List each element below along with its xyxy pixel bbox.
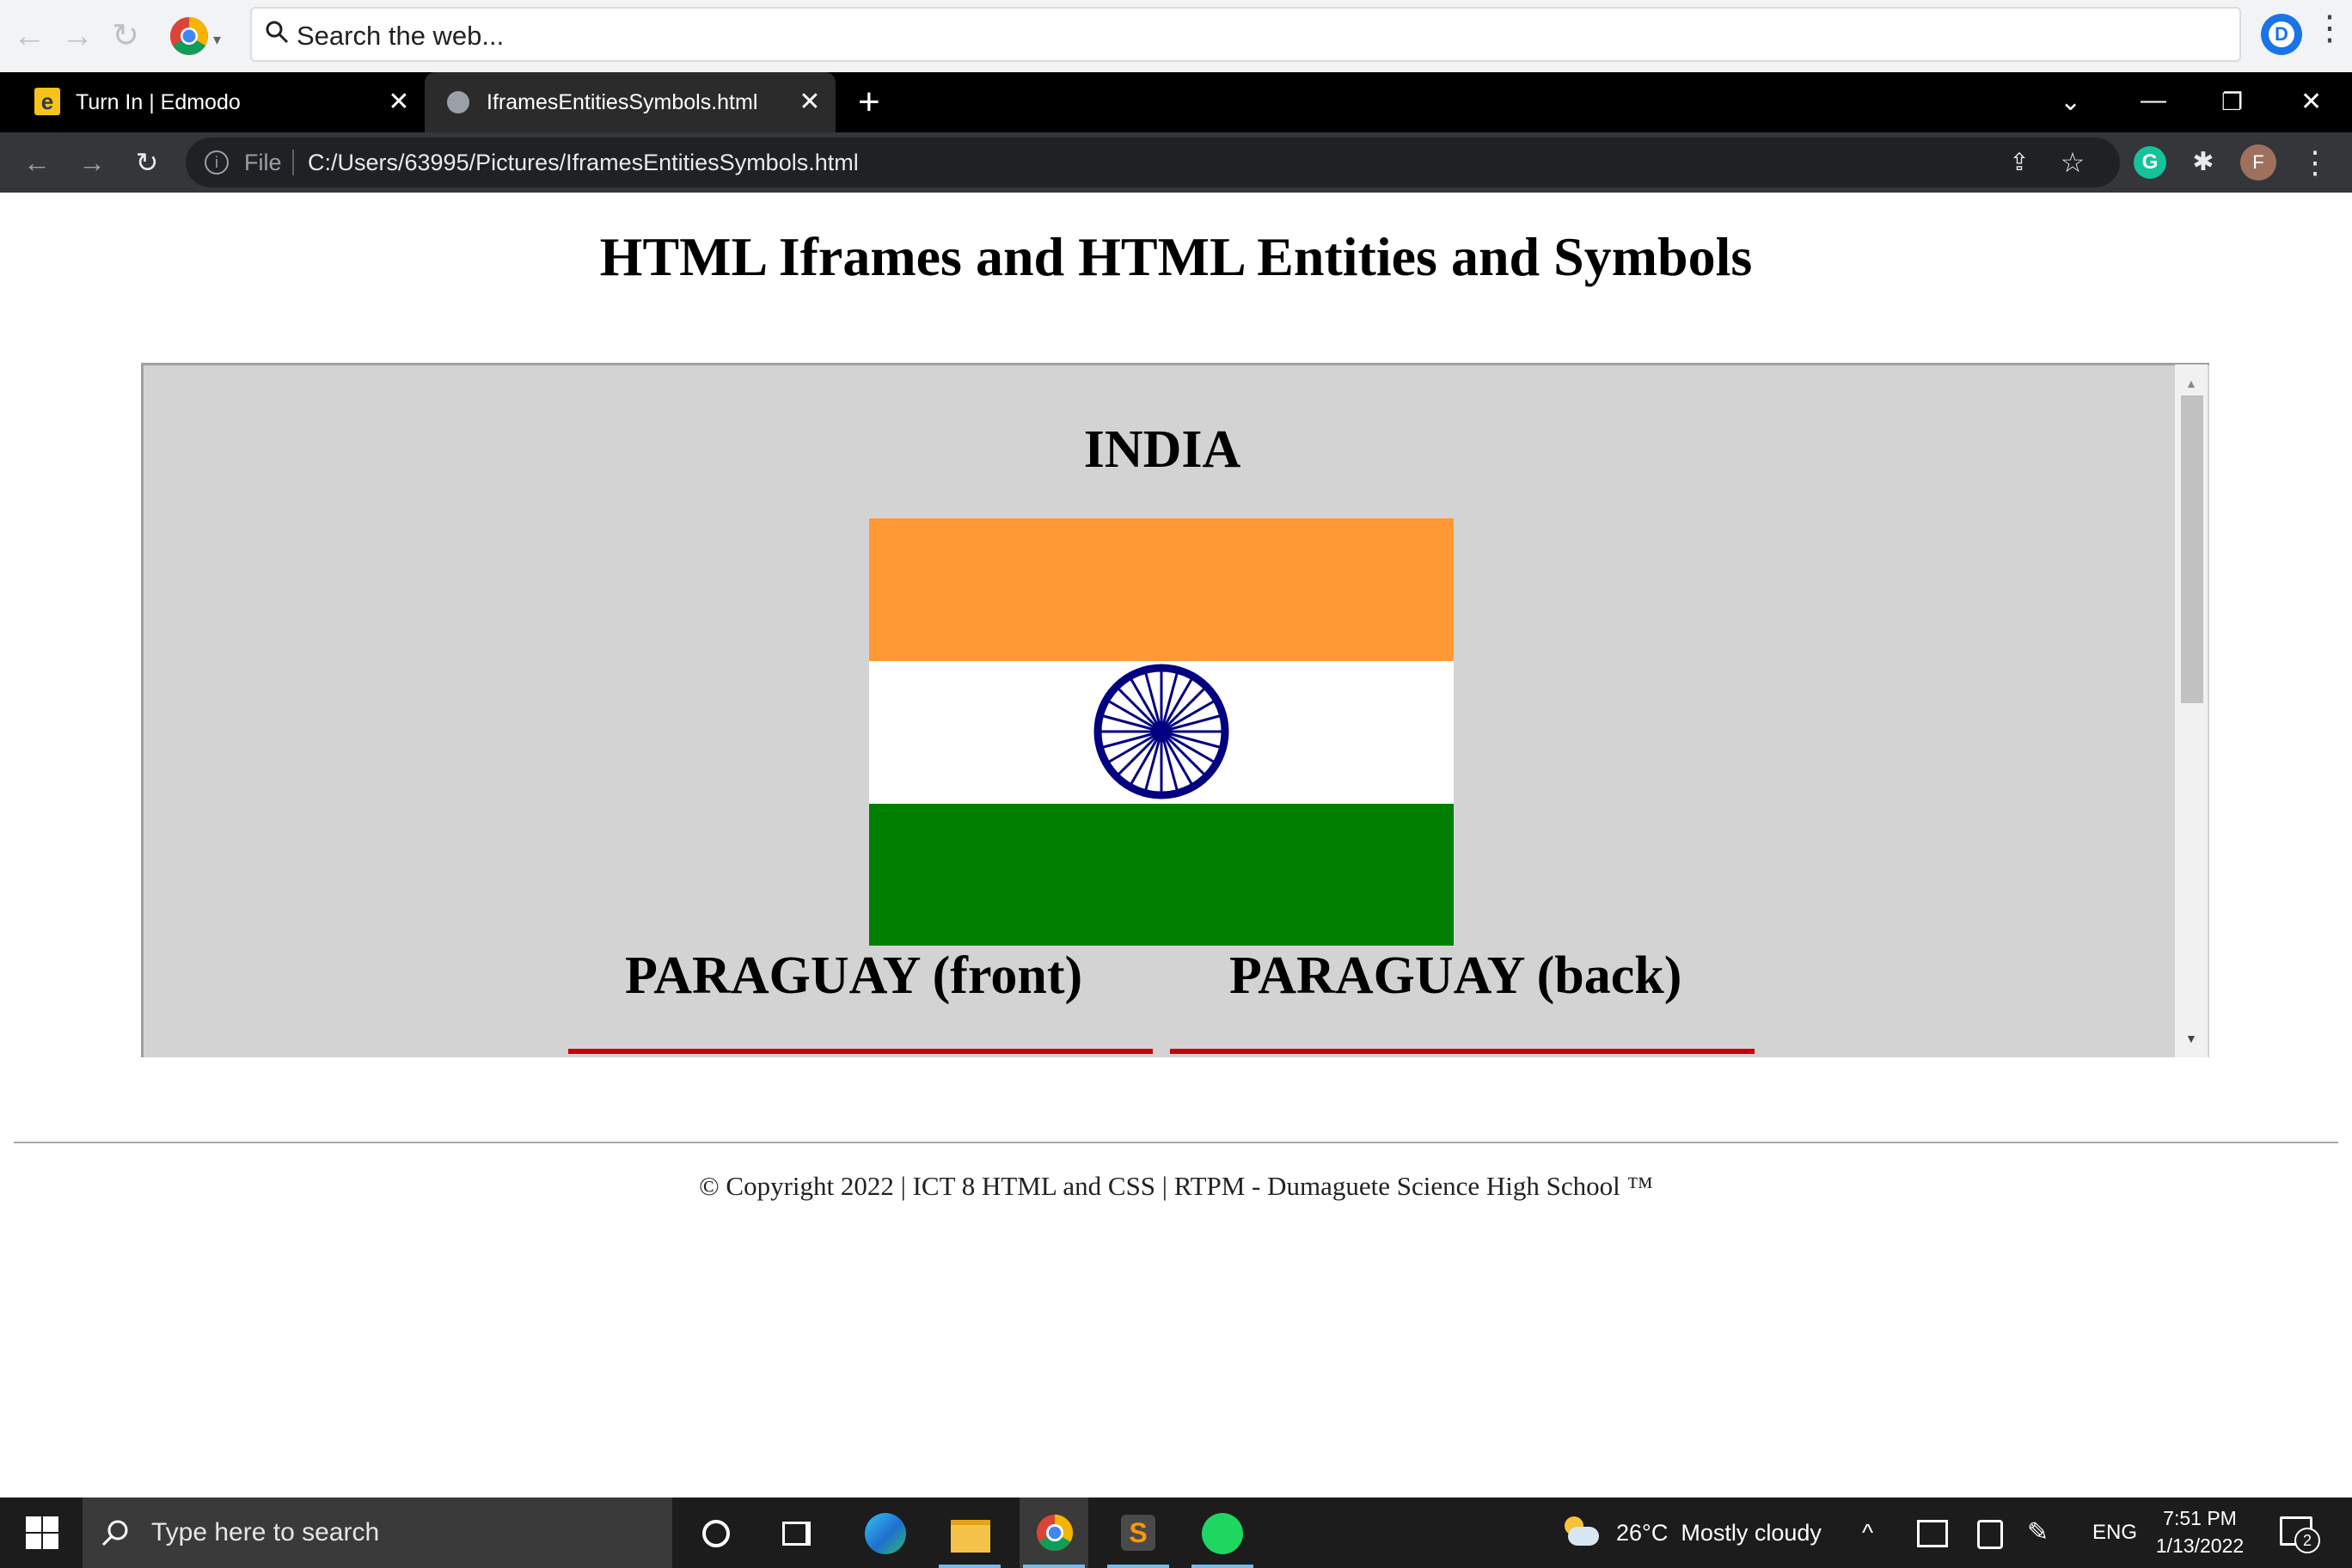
scrollbar-thumb[interactable] xyxy=(2181,395,2203,703)
edmodo-icon: e xyxy=(34,88,60,115)
back-icon[interactable]: ← xyxy=(9,15,50,57)
cortana-icon[interactable] xyxy=(681,1498,750,1568)
forward-icon[interactable]: → xyxy=(57,15,98,57)
weather-cloudy-icon xyxy=(1561,1515,1599,1546)
chrome-logo-icon[interactable] xyxy=(168,15,210,57)
search-icon xyxy=(266,21,289,44)
taskbar-search-placeholder: Type here to search xyxy=(151,1518,380,1547)
network-icon[interactable] xyxy=(1977,1520,2003,1549)
clock-date: 1/13/2022 xyxy=(2155,1534,2245,1557)
meet-now-icon[interactable] xyxy=(1917,1520,1948,1547)
grammarly-icon[interactable]: G xyxy=(2134,146,2166,179)
footer-copyright: © Copyright 2022 | ICT 8 HTML and CSS | … xyxy=(699,1171,1653,1201)
new-tab-button[interactable]: + xyxy=(858,72,880,132)
tab-title: Turn In | Edmodo xyxy=(76,90,241,114)
paraguay-back-heading: PARAGUAY (back) xyxy=(1229,946,1682,1005)
tab-iframes[interactable]: IframesEntitiesSymbols.html ✕ xyxy=(425,72,836,132)
paraguay-front-heading: PARAGUAY (front) xyxy=(625,946,1083,1005)
search-input[interactable]: Search the web... xyxy=(250,7,2241,62)
bookmark-star-icon[interactable]: ☆ xyxy=(2051,138,2094,187)
language-indicator[interactable]: ENG xyxy=(2092,1498,2137,1568)
divider xyxy=(292,150,294,175)
notification-badge: 2 xyxy=(2294,1528,2320,1553)
info-icon[interactable]: i xyxy=(205,150,229,175)
globe-icon xyxy=(447,91,469,113)
scroll-up-icon[interactable]: ▲ xyxy=(2185,377,2197,390)
close-tab-icon[interactable]: ✕ xyxy=(793,72,827,132)
extension-d-icon[interactable]: D xyxy=(2261,14,2302,55)
window-close-icon[interactable]: ✕ xyxy=(2300,72,2322,132)
close-tab-icon[interactable]: ✕ xyxy=(382,72,416,132)
show-hidden-icons-chevron-icon[interactable]: ^ xyxy=(1862,1498,1873,1568)
top-search-toolbar: ← → ↻ ▾ Search the web... D ⋮ xyxy=(0,0,2352,73)
url-text[interactable]: C:/Users/63995/Pictures/IframesEntitiesS… xyxy=(308,138,859,187)
horizontal-rule xyxy=(14,1142,2338,1143)
ashoka-chakra-icon xyxy=(1093,664,1229,799)
sublime-text-icon[interactable]: S xyxy=(1104,1498,1173,1568)
edge-browser-icon[interactable] xyxy=(851,1498,920,1568)
search-icon xyxy=(101,1520,128,1547)
chrome-taskbar-icon[interactable] xyxy=(1020,1498,1088,1568)
paraguay-back-flag-top xyxy=(1170,1049,1755,1054)
india-flag-image xyxy=(869,518,1454,946)
scheme-label: File xyxy=(244,150,282,175)
tab-search-chevron-icon[interactable]: ⌄ xyxy=(2060,72,2081,132)
chevron-down-icon[interactable]: ▾ xyxy=(213,31,221,49)
windows-taskbar: Type here to search S 26°C Mostly cloudy… xyxy=(0,1498,2352,1568)
windows-start-icon[interactable] xyxy=(26,1516,58,1549)
scroll-down-icon[interactable]: ▼ xyxy=(2185,1032,2197,1045)
search-placeholder: Search the web... xyxy=(297,21,505,51)
tab-title: IframesEntitiesSymbols.html xyxy=(487,90,758,114)
menu-kebab-icon[interactable]: ⋮ xyxy=(2294,132,2337,193)
weather-text[interactable]: 26°C Mostly cloudy xyxy=(1616,1498,1822,1568)
india-heading: INDIA xyxy=(1083,420,1241,479)
back-icon[interactable]: ← xyxy=(15,132,58,193)
task-view-icon[interactable] xyxy=(763,1498,832,1568)
address-toolbar: ← → ↻ i File C:/Users/63995/Pictures/Ifr… xyxy=(0,132,2352,193)
page-title: HTML Iframes and HTML Entities and Symbo… xyxy=(599,226,1753,287)
minimize-icon[interactable]: — xyxy=(2141,72,2166,129)
notification-center-icon[interactable]: 2 xyxy=(2280,1516,2320,1553)
forward-icon[interactable]: → xyxy=(70,132,113,193)
reload-icon[interactable]: ↻ xyxy=(105,15,146,57)
restore-icon[interactable]: ❐ xyxy=(2221,72,2243,132)
extensions-puzzle-icon[interactable]: ✱ xyxy=(2182,132,2225,193)
spotify-icon[interactable] xyxy=(1188,1498,1257,1568)
taskbar-search-box[interactable]: Type here to search xyxy=(83,1498,672,1568)
reload-icon[interactable]: ↻ xyxy=(126,132,168,193)
tab-strip: e Turn In | Edmodo ✕ IframesEntitiesSymb… xyxy=(0,72,2352,132)
profile-avatar[interactable]: F xyxy=(2240,144,2276,181)
share-icon[interactable]: ⇪ xyxy=(1998,138,2041,187)
address-bar[interactable]: i File C:/Users/63995/Pictures/IframesEn… xyxy=(186,138,2120,187)
tab-edmodo[interactable]: e Turn In | Edmodo ✕ xyxy=(0,72,421,132)
menu-kebab-icon[interactable]: ⋮ xyxy=(2312,9,2347,48)
paraguay-front-flag-top xyxy=(568,1049,1153,1054)
file-explorer-icon[interactable] xyxy=(935,1498,1004,1568)
clock-time: 7:51 PM xyxy=(2163,1507,2237,1529)
pen-ink-icon[interactable]: ✎ xyxy=(2027,1498,2049,1568)
clock[interactable]: 7:51 PM 1/13/2022 xyxy=(2153,1504,2247,1559)
